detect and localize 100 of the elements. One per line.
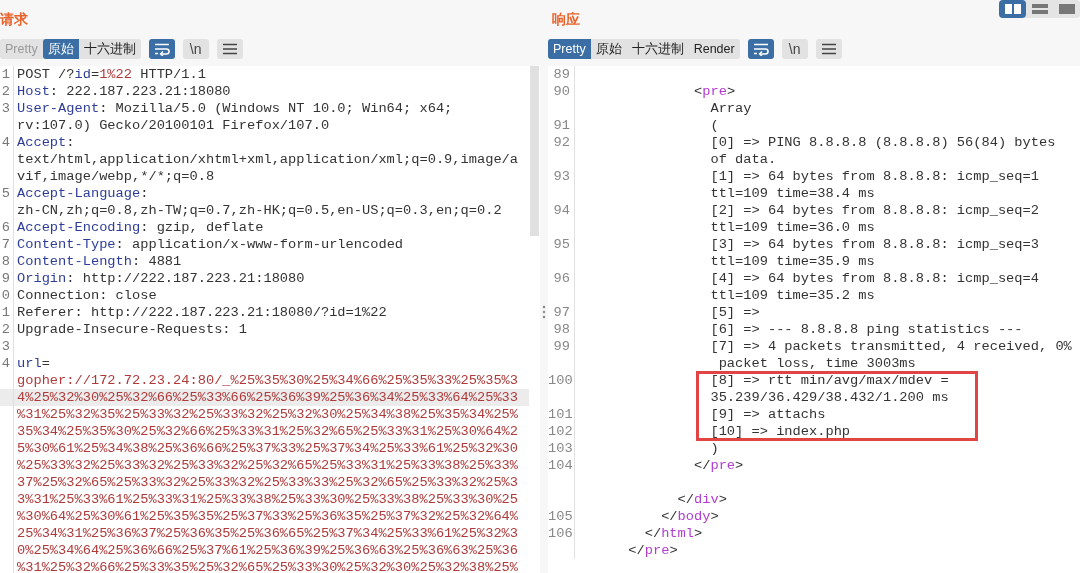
layout-button[interactable] [999, 0, 1026, 18]
scrollbar-thumb[interactable] [530, 66, 539, 236]
view-tab[interactable]: 十六进制 [78, 39, 141, 59]
code-line: %30%64%25%30%61%25%35%35%25%37%33%25%36%35%25%37%32%25%32%64% [16, 508, 519, 525]
line-number: 103 [548, 440, 575, 457]
code-line: Array [709, 100, 752, 117]
line-number: 9 [0, 270, 14, 287]
code-line: zh-CN,zh;q=0.8,zh-TW;q=0.7,zh-HK;q=0.5,en-US;q=0.3,en;q=0.2 [16, 202, 502, 219]
code-line: [5] => [709, 304, 760, 321]
line-number: 90 [548, 83, 575, 100]
line-number: 95 [548, 236, 575, 253]
line-number: 1 [0, 66, 14, 83]
code-line: ttl=109 time=35.2 ms [709, 287, 875, 304]
code-line: Referer: http://222.187.223.21:18080/?id=1%22 [16, 304, 387, 321]
code-line: of data. [709, 151, 777, 168]
code-line: rv:107.0) Gecko/20100101 Firefox/107.0 [16, 117, 330, 134]
code-line: Connection: close [16, 287, 157, 304]
code-line: 35%34%25%35%30%25%32%66%25%33%31%25%32%65%25%33%31%25%30%64%2 [16, 423, 519, 440]
line-number: 6 [0, 219, 14, 236]
line-number: 1 [0, 304, 14, 321]
code-line: ttl=109 time=36.0 ms [709, 219, 875, 236]
code-line: 3%31%25%33%61%25%33%31%25%33%38%25%33%30%25%33%38%25%33%30%25 [16, 491, 519, 508]
drag-handle-icon [542, 305, 546, 319]
code-line: [4] => 64 bytes from 8.8.8.8: icmp_seq=4 [709, 270, 1039, 287]
wrap-button[interactable] [747, 39, 774, 59]
code-line: Host: 222.187.223.21:18080 [16, 83, 231, 100]
code-line: [2] => 64 bytes from 8.8.8.8: icmp_seq=2 [709, 202, 1039, 219]
code-line: </pre> [627, 542, 678, 559]
line-number: 0 [0, 287, 14, 304]
view-tab[interactable]: 原始 [42, 39, 79, 59]
two-rows-icon [1031, 4, 1048, 14]
newline-button[interactable]: \n [781, 39, 808, 59]
menu-button[interactable] [216, 39, 243, 59]
code-line: [9] => attachs [709, 406, 826, 423]
line-number: 2 [0, 321, 14, 338]
line-number: 100 [548, 372, 575, 389]
wrap-button[interactable] [148, 39, 175, 59]
code-line: Content-Length: 4881 [16, 253, 182, 270]
line-number: 98 [548, 321, 575, 338]
code-line: %31%25%32%66%25%33%35%25%32%65%25%33%30%25%32%30%25%32%38%25% [16, 559, 519, 573]
line-number: 105 [548, 508, 575, 525]
code-line: [10] => index.php [709, 423, 851, 440]
line-number: 104 [548, 457, 575, 474]
line-number: 7 [0, 236, 14, 253]
view-tab[interactable]: Pretty [548, 39, 591, 59]
code-line: 37%25%32%65%25%33%32%25%33%32%25%33%33%25%32%65%25%33%32%25%3 [16, 474, 519, 491]
code-line: </html> [643, 525, 703, 542]
panel-title: 请求 [0, 11, 28, 29]
menu-icon [820, 43, 837, 55]
newline-button[interactable]: \n [182, 39, 209, 59]
code-line: 35.239/36.429/38.432/1.200 ms [709, 389, 949, 406]
line-number: 97 [548, 304, 575, 321]
menu-button[interactable] [815, 39, 842, 59]
code-line: 5%30%61%25%34%38%25%36%66%25%37%33%25%37%34%25%33%61%25%32%30 [16, 440, 519, 457]
wrap-icon [152, 42, 171, 56]
code-line: [6] => --- 8.8.8.8 ping statistics --- [709, 321, 1023, 338]
line-number: 91 [548, 117, 575, 134]
code-line: Origin: http://222.187.223.21:18080 [16, 270, 305, 287]
line-number: 5 [0, 185, 14, 202]
wrap-icon [751, 42, 770, 56]
code-line: ) [709, 440, 719, 457]
view-tab[interactable]: Render [688, 39, 740, 59]
line-number: 93 [548, 168, 575, 185]
line-number: 96 [548, 270, 575, 287]
code-line: vif,image/webp,*/*;q=0.8 [16, 168, 215, 185]
code-line: </div> [676, 491, 727, 508]
line-number: 89 [548, 66, 575, 83]
code-line: Upgrade-Insecure-Requests: 1 [16, 321, 247, 338]
code-line: [3] => 64 bytes from 8.8.8.8: icmp_seq=3 [709, 236, 1039, 253]
code-line: </pre> [693, 457, 744, 474]
two-columns-icon [1004, 4, 1021, 14]
line-number: 4 [0, 134, 14, 151]
code-line: [0] => PING 8.8.8.8 (8.8.8.8) 56(84) bytes [709, 134, 1056, 151]
code-line: 4%25%32%30%25%32%66%25%33%66%25%36%39%25%36%34%25%33%64%25%33 [16, 389, 519, 406]
line-number: 101 [548, 406, 575, 423]
code-line: gopher://172.72.23.24:80/_%25%35%30%25%34%66%25%35%33%25%35%3 [16, 372, 519, 389]
line-number: 3 [0, 100, 14, 117]
code-line: Accept: [16, 134, 75, 151]
code-line: </body> [660, 508, 719, 525]
code-line: Content-Type: application/x-www-form-urlencoded [16, 236, 404, 253]
line-number: 99 [548, 338, 575, 355]
code-line: text/html,application/xhtml+xml,application/xml;q=0.9,image/a [16, 151, 519, 168]
code-line: url= [16, 355, 50, 372]
line-number: 2 [0, 83, 14, 100]
code-line: ( [709, 117, 719, 134]
view-tab[interactable]: 原始 [590, 39, 627, 59]
view-tab[interactable]: 十六进制 [626, 39, 689, 59]
line-number: 8 [0, 253, 14, 270]
line-number: 94 [548, 202, 575, 219]
line-number: 92 [548, 134, 575, 151]
code-line: <pre> [693, 83, 736, 100]
line-number: 4 [0, 355, 14, 372]
code-line: [1] => 64 bytes from 8.8.8.8: icmp_seq=1 [709, 168, 1039, 185]
line-number: 3 [0, 338, 14, 355]
code-line: User-Agent: Mozilla/5.0 (Windows NT 10.0; Win64; x64; [16, 100, 453, 117]
code-line: [8] => rtt min/avg/max/mdev = [709, 372, 949, 389]
code-line: Accept-Encoding: gzip, deflate [16, 219, 264, 236]
single-pane-icon [1058, 4, 1075, 14]
code-line: 25%34%31%25%36%37%25%36%35%25%36%65%25%37%34%25%33%61%25%32%3 [16, 525, 519, 542]
code-line: [7] => 4 packets transmitted, 4 received, 0% [709, 338, 1072, 355]
